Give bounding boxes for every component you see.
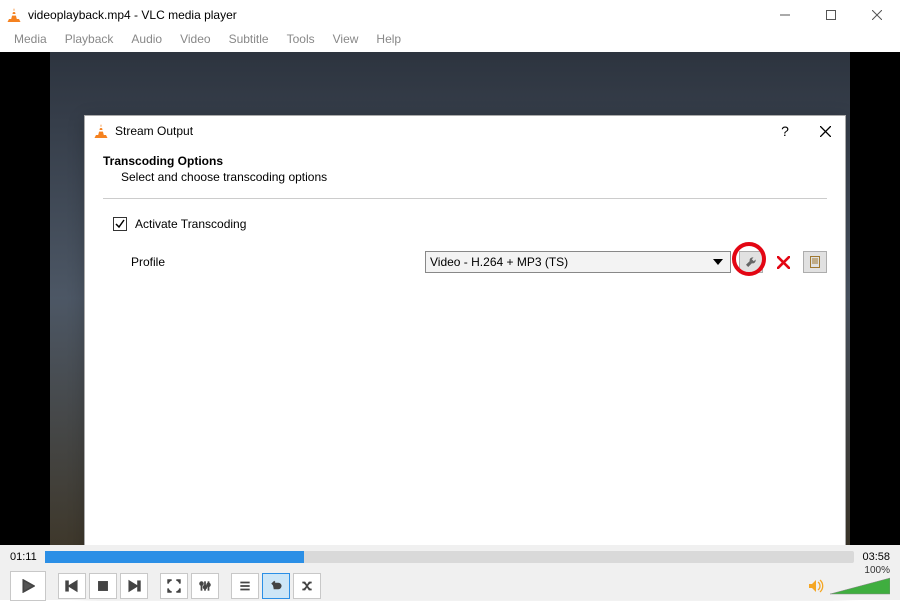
dialog-close-button[interactable] xyxy=(805,116,845,146)
transcoding-subheading: Select and choose transcoding options xyxy=(103,170,827,184)
help-icon: ? xyxy=(781,123,789,139)
fullscreen-icon xyxy=(167,579,181,593)
next-track-button[interactable] xyxy=(120,573,148,599)
new-document-icon xyxy=(808,255,822,269)
skip-back-icon xyxy=(65,579,79,593)
profile-dropdown[interactable]: Video - H.264 + MP3 (TS) xyxy=(425,251,731,273)
playlist-button[interactable] xyxy=(231,573,259,599)
transcoding-heading: Transcoding Options xyxy=(103,154,827,168)
menu-help[interactable]: Help xyxy=(368,30,409,52)
activate-transcoding-row: Activate Transcoding xyxy=(103,217,827,231)
profile-label: Profile xyxy=(131,255,417,269)
extended-settings-button[interactable] xyxy=(191,573,219,599)
time-elapsed: 01:11 xyxy=(10,551,37,563)
stop-icon xyxy=(96,579,110,593)
skip-forward-icon xyxy=(127,579,141,593)
stream-output-dialog: Stream Output ? Transcoding Options Sele… xyxy=(84,115,846,592)
fullscreen-button[interactable] xyxy=(160,573,188,599)
volume-slider[interactable]: 100% xyxy=(830,577,890,595)
dialog-body: Transcoding Options Select and choose tr… xyxy=(85,146,845,591)
delete-x-icon xyxy=(777,256,790,269)
maximize-button[interactable] xyxy=(808,0,854,30)
volume-percent: 100% xyxy=(864,565,890,576)
divider xyxy=(103,198,827,199)
player-controls: 100% xyxy=(10,571,890,601)
checkmark-icon xyxy=(115,219,125,229)
activate-transcoding-label: Activate Transcoding xyxy=(135,217,246,231)
dialog-help-button[interactable]: ? xyxy=(765,116,805,146)
stop-button[interactable] xyxy=(89,573,117,599)
menu-video[interactable]: Video xyxy=(172,30,218,52)
equalizer-icon xyxy=(198,579,212,593)
menu-tools[interactable]: Tools xyxy=(279,30,323,52)
activate-transcoding-checkbox[interactable] xyxy=(113,217,127,231)
seek-bar[interactable] xyxy=(45,551,855,563)
menu-subtitle[interactable]: Subtitle xyxy=(221,30,277,52)
profile-dropdown-value: Video - H.264 + MP3 (TS) xyxy=(430,255,710,269)
shuffle-button[interactable] xyxy=(293,573,321,599)
app-titlebar: videoplayback.mp4 - VLC media player xyxy=(0,0,900,30)
app-title: videoplayback.mp4 - VLC media player xyxy=(28,8,237,22)
close-button[interactable] xyxy=(854,0,900,30)
menubar: Media Playback Audio Video Subtitle Tool… xyxy=(0,30,900,52)
video-area: Stream Output ? Transcoding Options Sele… xyxy=(0,52,900,545)
window-controls xyxy=(762,0,900,30)
profile-row: Profile Video - H.264 + MP3 (TS) xyxy=(103,251,827,273)
edit-profile-button[interactable] xyxy=(739,251,763,273)
seek-bar-fill xyxy=(45,551,304,563)
volume-triangle-icon xyxy=(830,577,890,595)
titlebar-left: videoplayback.mp4 - VLC media player xyxy=(6,7,237,23)
minimize-button[interactable] xyxy=(762,0,808,30)
new-profile-button[interactable] xyxy=(803,251,827,273)
shuffle-icon xyxy=(300,579,314,593)
chevron-down-icon xyxy=(710,254,726,270)
close-icon xyxy=(820,126,831,137)
playlist-icon xyxy=(238,579,252,593)
speaker-icon xyxy=(808,579,824,593)
dialog-titlebar: Stream Output ? xyxy=(85,116,845,146)
dialog-title: Stream Output xyxy=(115,124,765,138)
menu-audio[interactable]: Audio xyxy=(123,30,170,52)
menu-view[interactable]: View xyxy=(325,30,367,52)
delete-profile-button[interactable] xyxy=(771,251,795,273)
wrench-icon xyxy=(744,255,758,269)
loop-icon xyxy=(269,579,283,593)
prev-track-button[interactable] xyxy=(58,573,86,599)
vlc-cone-icon xyxy=(6,7,22,23)
play-button[interactable] xyxy=(10,571,46,601)
menu-media[interactable]: Media xyxy=(6,30,55,52)
play-icon xyxy=(21,579,35,593)
loop-button[interactable] xyxy=(262,573,290,599)
vlc-cone-icon xyxy=(93,123,109,139)
seek-row: 01:11 03:58 xyxy=(10,549,890,565)
volume-control: 100% xyxy=(808,577,890,595)
time-total: 03:58 xyxy=(862,551,890,563)
menu-playback[interactable]: Playback xyxy=(57,30,122,52)
player-footer: 01:11 03:58 100% xyxy=(0,545,900,600)
